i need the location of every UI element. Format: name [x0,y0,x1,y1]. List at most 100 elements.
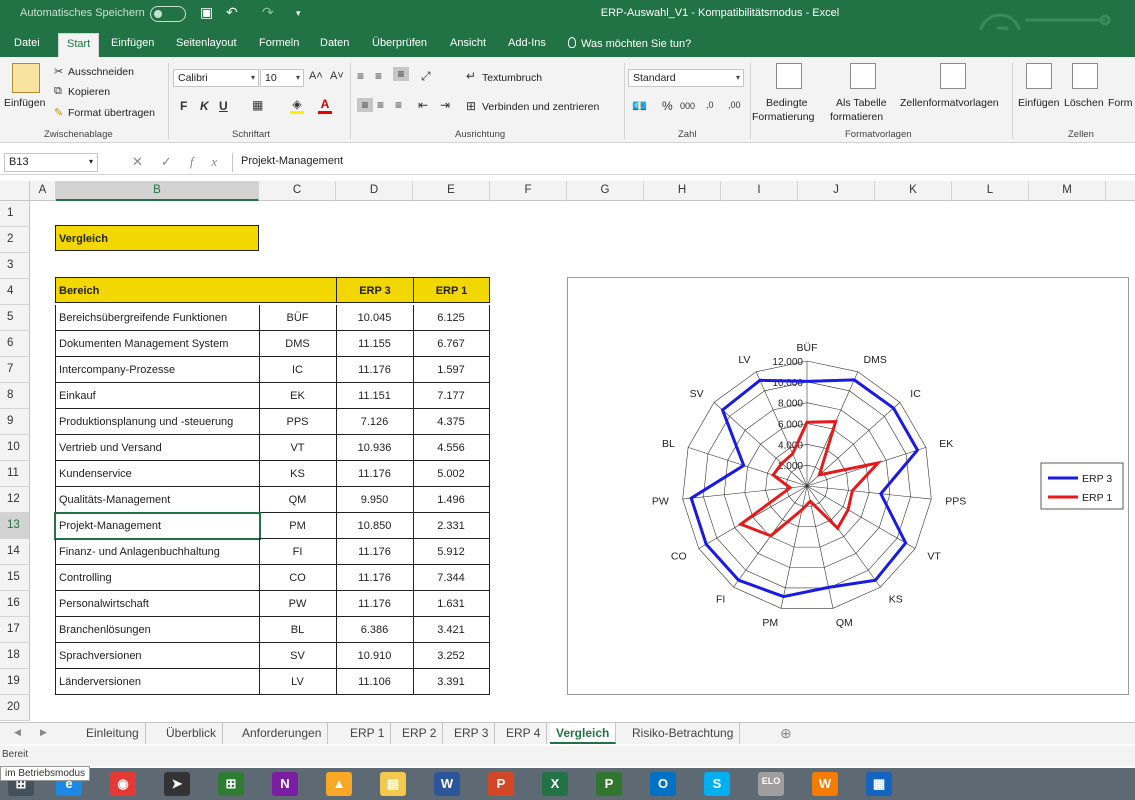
sheet-tab-erp-1[interactable]: ERP 1 [344,723,392,744]
shrink-font-icon[interactable]: A˅ [330,70,344,82]
customize-quick-access-icon[interactable]: ▾ [296,8,301,19]
powerpoint-icon[interactable]: P [488,772,514,796]
table-cell-erp3[interactable]: 11.176 [336,461,414,487]
table-cell-erp3[interactable]: 11.106 [336,669,414,695]
increase-indent-icon[interactable]: ⇥ [440,98,450,112]
font-color-icon[interactable]: A [318,97,332,114]
table-cell-erp1[interactable]: 6.767 [413,331,490,357]
insert-cells-button[interactable]: Einfügen [1018,97,1059,109]
row-header-2[interactable]: 2 [0,227,30,253]
row-header-9[interactable]: 9 [0,409,30,435]
table-cell-erp3[interactable]: 10.910 [336,643,414,669]
table-cell-erp1[interactable]: 6.125 [413,305,490,331]
format-painter-button[interactable]: Format übertragen [68,107,155,119]
table-cell-erp3[interactable]: 11.176 [336,357,414,383]
enter-icon[interactable]: ✓ [161,154,190,169]
save-icon[interactable]: ▣ [200,4,213,21]
format-as-table-icon[interactable] [850,63,876,89]
conditional-formatting-icon[interactable] [776,63,802,89]
column-header-h[interactable]: H [644,181,721,201]
paste-icon[interactable] [12,63,40,93]
tab-add-ins[interactable]: Add-Ins [508,37,546,49]
table-cell-name[interactable]: Einkauf [55,383,260,409]
table-cell-erp1[interactable]: 3.252 [413,643,490,669]
column-header-a[interactable]: A [30,181,56,201]
paste-button[interactable]: Einfügen [4,97,45,109]
decrease-indent-icon[interactable]: ⇤ [418,98,428,112]
header-code[interactable] [259,277,337,303]
column-header-k[interactable]: K [875,181,952,201]
select-all-corner[interactable] [0,181,30,201]
tab-data[interactable]: Daten [320,37,349,49]
table-cell-name[interactable]: Projekt-Management [54,512,261,540]
header-erp1[interactable]: ERP 1 [413,277,490,303]
sheet-title-cell[interactable]: Vergleich [55,225,259,251]
word-icon[interactable]: W [434,772,460,796]
align-top-icon[interactable]: ≡ [357,69,364,83]
table-cell-erp1[interactable]: 5.912 [413,539,490,565]
table-cell-erp3[interactable]: 11.176 [336,565,414,591]
wrap-text-button[interactable]: Textumbruch [482,72,542,84]
table-cell-erp3[interactable]: 10.045 [336,305,414,331]
insert-cells-icon[interactable] [1026,63,1052,89]
store-icon[interactable]: ⊞ [218,772,244,796]
increase-decimal-icon[interactable]: ,0 [706,100,714,110]
align-right-icon[interactable]: ≡ [395,98,402,112]
table-cell-code[interactable]: CO [259,565,337,591]
table-cell-name[interactable]: Produktionsplanung und -steuerung [55,409,260,435]
underline-button[interactable]: U [219,99,228,113]
tab-home[interactable]: Start [58,33,100,57]
tab-review[interactable]: Überprüfen [372,37,427,49]
thousands-button[interactable]: 000 [680,101,695,111]
autosave-toggle[interactable] [150,6,186,22]
tab-page-layout[interactable]: Seitenlayout [176,37,237,49]
tab-view[interactable]: Ansicht [450,37,486,49]
table-cell-erp3[interactable]: 11.151 [336,383,414,409]
tab-file[interactable]: Datei [14,37,40,49]
row-header-20[interactable]: 20 [0,695,30,721]
tab-formulas[interactable]: Formeln [259,37,299,49]
sheet-tab-erp-4[interactable]: ERP 4 [500,723,548,744]
column-header-m[interactable]: M [1029,181,1106,201]
column-header-i[interactable]: I [721,181,798,201]
row-header-16[interactable]: 16 [0,591,30,617]
project-icon[interactable]: P [596,772,622,796]
row-header-6[interactable]: 6 [0,331,30,357]
table-cell-code[interactable]: PW [259,591,337,617]
table-cell-name[interactable]: Vertrieb und Versand [55,435,260,461]
font-size-select[interactable]: 10 ▾ [260,69,304,87]
table-cell-erp1[interactable]: 5.002 [413,461,490,487]
align-middle-icon[interactable]: ≡ [375,69,382,83]
table-cell-name[interactable]: Dokumenten Management System [55,331,260,357]
header-area[interactable]: Bereich [55,277,260,303]
sheet-tab-erp-3[interactable]: ERP 3 [448,723,496,744]
redo-icon[interactable]: ↷ [262,4,274,21]
align-center-icon[interactable]: ≡ [377,98,384,112]
row-header-1[interactable]: 1 [0,201,30,227]
table-cell-code[interactable]: PPS [259,409,337,435]
table-cell-name[interactable]: Kundenservice [55,461,260,487]
table-cell-code[interactable]: VT [259,435,337,461]
column-header-f[interactable]: F [490,181,567,201]
row-header-7[interactable]: 7 [0,357,30,383]
table-cell-code[interactable]: FI [259,539,337,565]
table-cell-erp3[interactable]: 10.936 [336,435,414,461]
column-header-j[interactable]: J [798,181,875,201]
table-cell-name[interactable]: Bereichsübergreifende Funktionen [55,305,260,331]
table-cell-name[interactable]: Länderversionen [55,669,260,695]
table-cell-name[interactable]: Qualitäts-Management [55,487,260,513]
w-app-icon[interactable]: W [812,772,838,796]
next-sheet-icon[interactable]: ▶ [40,727,47,738]
table-cell-name[interactable]: Personalwirtschaft [55,591,260,617]
sheet-tab-überblick[interactable]: Überblick [160,723,224,744]
table-cell-erp3[interactable]: 6.386 [336,617,414,643]
table-cell-name[interactable]: Branchenlösungen [55,617,260,643]
table-cell-code[interactable]: QM [259,487,337,513]
sheet-tab-anforderungen[interactable]: Anforderungen [236,723,329,744]
sheet-tab-risiko-betrachtung[interactable]: Risiko-Betrachtung [626,723,741,744]
copy-button[interactable]: Kopieren [68,86,110,98]
align-left-icon[interactable]: ≡ [357,98,373,112]
table-cell-name[interactable]: Intercompany-Prozesse [55,357,260,383]
decrease-decimal-icon[interactable]: ,00 [728,100,741,110]
column-header-d[interactable]: D [336,181,413,201]
